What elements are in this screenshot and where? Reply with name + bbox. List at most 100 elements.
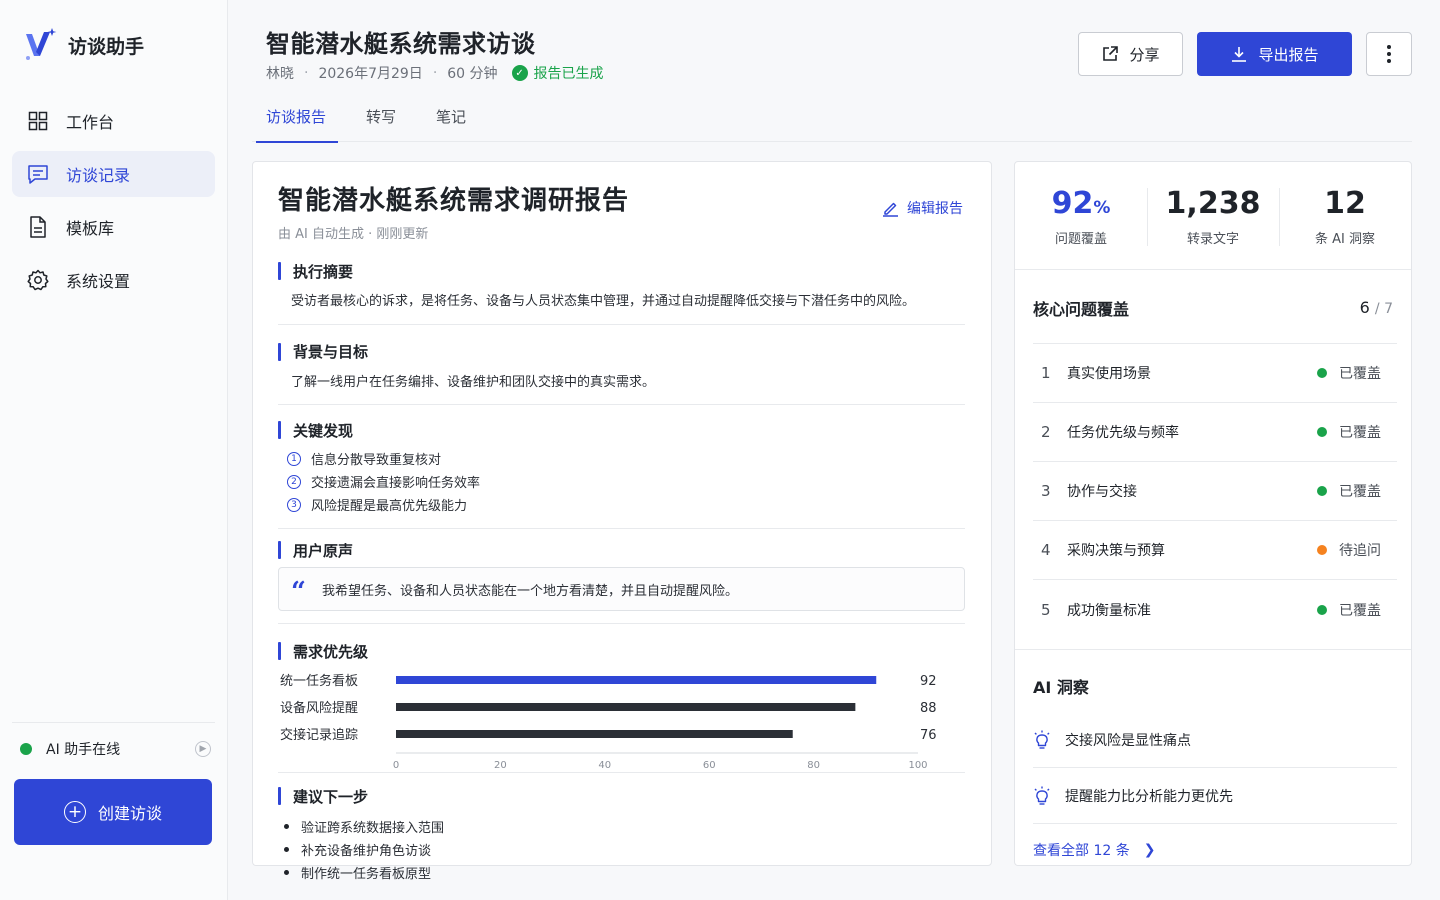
tab-report[interactable]: 访谈报告 xyxy=(255,90,339,143)
status-text: 已覆盖 xyxy=(1339,425,1381,441)
grid-icon xyxy=(26,109,50,133)
row-index: 5 xyxy=(1041,600,1051,619)
stat-transcript: 1,238 转录文字 xyxy=(1147,186,1279,269)
finding-text: 信息分散导致重复核对 xyxy=(311,453,442,468)
more-vertical-icon xyxy=(1387,45,1391,63)
row-status: 已覆盖 xyxy=(1317,422,1397,442)
tab-transcript[interactable]: 转写 xyxy=(366,90,396,142)
next-steps-list: 验证跨系统数据接入范围 补充设备维护角色访谈 制作统一任务看板原型 xyxy=(278,815,965,884)
summary-panel: 92% 问题覆盖 1,238 转录文字 12 条 AI 洞察 核心问题覆盖 6 … xyxy=(1014,161,1412,866)
more-button[interactable] xyxy=(1366,32,1412,76)
quote-box: “ 我希望任务、设备和人员状态能在一个地方看清楚，并且自动提醒风险。 xyxy=(278,567,965,611)
sidebar-item-label: 访谈记录 xyxy=(66,166,131,185)
list-item: 2 交接遗漏会直接影响任务效率 xyxy=(287,470,965,493)
row-index: 4 xyxy=(1041,541,1051,559)
status-dot-icon xyxy=(1317,545,1327,555)
section-next-steps: 建议下一步 验证跨系统数据接入范围 补充设备维护角色访谈 制作统一任务看板原型 xyxy=(278,785,965,896)
row-status: 待追问 xyxy=(1317,540,1397,560)
brand-logo-icon xyxy=(26,28,57,60)
x-tick-label: 80 xyxy=(807,760,820,768)
stats-row: 92% 问题覆盖 1,238 转录文字 12 条 AI 洞察 xyxy=(1015,162,1411,270)
stat-label: 转录文字 xyxy=(1186,232,1239,247)
sidebar-item-templates[interactable]: 模板库 xyxy=(12,204,215,250)
status-dot-icon xyxy=(1317,427,1327,437)
insight-item[interactable]: 交接风险是显性痛点 xyxy=(1033,712,1397,768)
priority-chart: 统一任务看板 92 设备风险提醒 88 交接记录追踪 76 0 20 40 60 80 100 xyxy=(278,668,965,768)
sidebar-bottom: AI 助手在线 ▶ + 创建访谈 xyxy=(12,722,215,845)
coverage-section: 核心问题覆盖 6 / 7 1 真实使用场景 已覆盖 2 任务优先级与频率 已覆盖… xyxy=(1015,270,1411,639)
row-status: 已覆盖 xyxy=(1317,481,1397,501)
header-actions: 分享 导出报告 xyxy=(1078,32,1412,76)
meta-separator: · xyxy=(304,65,309,81)
section-heading: 背景与目标 xyxy=(278,341,965,363)
background-text: 了解一线用户在任务编排、设备维护和团队交接中的真实需求。 xyxy=(291,374,656,390)
coverage-covered: 6 xyxy=(1359,298,1370,317)
section-heading: 执行摘要 xyxy=(278,260,965,282)
stat-label: 问题覆盖 xyxy=(1054,232,1107,247)
edit-report-link[interactable]: 编辑报告 xyxy=(882,198,963,218)
coverage-row[interactable]: 4 采购决策与预算 待追问 xyxy=(1033,521,1397,580)
coverage-row[interactable]: 2 任务优先级与频率 已覆盖 xyxy=(1033,403,1397,462)
tab-notes[interactable]: 笔记 xyxy=(436,90,466,142)
status-dot-icon xyxy=(1317,604,1327,615)
app-root: 访谈助手 工作台 访谈记录 模板库 系统设置 AI 助手在线 ▶ + 创建访谈 … xyxy=(0,0,1440,900)
section-voice: 用户原声 “ 我希望任务、设备和人员状态能在一个地方看清楚，并且自动提醒风险。 xyxy=(278,539,965,624)
share-button[interactable]: 分享 xyxy=(1078,32,1183,76)
sidebar-item-workbench[interactable]: 工作台 xyxy=(12,98,215,144)
coverage-count: 6 / 7 xyxy=(1360,298,1393,317)
coverage-header: 核心问题覆盖 6 / 7 xyxy=(1033,270,1397,344)
create-interview-label: 创建访谈 xyxy=(97,804,162,823)
chevron-right-icon[interactable]: ▶ xyxy=(195,741,211,757)
section-heading: 关键发现 xyxy=(278,419,965,441)
list-item: 3 风险提醒是最高优先级能力 xyxy=(287,493,965,516)
insight-text: 交接风险是显性痛点 xyxy=(1065,732,1191,749)
insights-section: AI 洞察 交接风险是显性痛点 提醒能力比分析能力更优先 查看全部 12 条 ❯ xyxy=(1015,649,1411,876)
export-label: 导出报告 xyxy=(1258,45,1319,64)
insight-text: 提醒能力比分析能力更优先 xyxy=(1065,788,1233,805)
bar-value-label: 76 xyxy=(920,728,937,743)
row-status: 已覆盖 xyxy=(1317,363,1397,383)
bar-category-label: 交接记录追踪 xyxy=(280,727,358,743)
priority-bar xyxy=(396,730,793,738)
edit-report-label: 编辑报告 xyxy=(907,201,963,217)
sidebar-nav: 工作台 访谈记录 模板库 系统设置 xyxy=(12,98,215,303)
share-label: 分享 xyxy=(1129,45,1160,64)
insights-title: AI 洞察 xyxy=(1033,678,1089,697)
report-card: 智能潜水艇系统需求调研报告 由 AI 自动生成 · 刚刚更新 编辑报告 执行摘要… xyxy=(252,161,992,882)
report-subtitle: 由 AI 自动生成 · 刚刚更新 xyxy=(278,223,965,242)
report-updated: 刚刚更新 xyxy=(376,227,429,242)
report-title: 智能潜水艇系统需求调研报告 xyxy=(278,186,630,216)
ai-status[interactable]: AI 助手在线 ▶ xyxy=(12,723,215,775)
x-tick-label: 100 xyxy=(908,760,927,768)
priority-bar xyxy=(396,703,856,711)
status-text: 已覆盖 xyxy=(1339,366,1381,382)
view-all-insights-link[interactable]: 查看全部 12 条 ❯ xyxy=(1033,824,1397,876)
status-text: 已覆盖 xyxy=(1339,602,1381,619)
sidebar-item-label: 工作台 xyxy=(66,113,115,132)
coverage-row[interactable]: 5 成功衡量标准 已覆盖 xyxy=(1033,580,1397,639)
interviewer-name: 林晓 xyxy=(266,66,294,82)
export-report-button[interactable]: 导出报告 xyxy=(1197,32,1352,76)
list-item: 验证跨系统数据接入范围 xyxy=(284,815,965,838)
priority-chart-svg: 统一任务看板 92 设备风险提醒 88 交接记录追踪 76 0 20 40 60 80 100 xyxy=(280,673,937,768)
coverage-row[interactable]: 3 协作与交接 已覆盖 xyxy=(1033,462,1397,521)
page-title: 智能潜水艇系统需求访谈 xyxy=(266,30,536,58)
sidebar-item-settings[interactable]: 系统设置 xyxy=(12,257,215,303)
stat-label: 条 AI 洞察 xyxy=(1315,232,1375,247)
coverage-row[interactable]: 1 真实使用场景 已覆盖 xyxy=(1033,344,1397,403)
meta-separator: · xyxy=(432,65,438,81)
brand[interactable]: 访谈助手 xyxy=(12,0,215,90)
number-circle-icon: 3 xyxy=(287,497,301,512)
status-badge: ✓ 报告已生成 xyxy=(511,63,604,83)
stat-coverage: 92% 问题覆盖 xyxy=(1015,186,1147,269)
interview-date: 2026年7月29日 xyxy=(318,66,423,82)
lightbulb-icon xyxy=(1033,730,1051,750)
stat-insights: 12 条 AI 洞察 xyxy=(1279,186,1411,269)
create-interview-button[interactable]: + 创建访谈 xyxy=(14,779,212,845)
report-source: 由 AI 自动生成 xyxy=(278,227,364,242)
row-index: 1 xyxy=(1041,364,1051,382)
insight-item[interactable]: 提醒能力比分析能力更优先 xyxy=(1033,768,1397,824)
bar-category-label: 设备风险提醒 xyxy=(280,700,358,716)
interview-meta: 林晓 · 2026年7月29日 · 60 分钟 ✓ 报告已生成 xyxy=(266,63,604,83)
sidebar-item-records[interactable]: 访谈记录 xyxy=(12,151,215,197)
